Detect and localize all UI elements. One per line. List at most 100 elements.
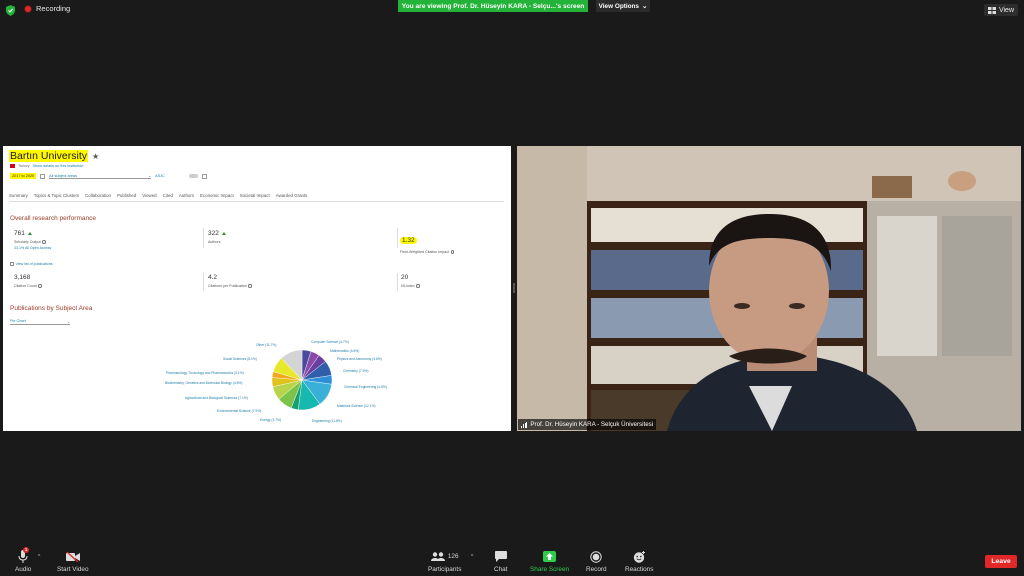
tab-summary[interactable]: Summary: [9, 193, 28, 198]
year-dropdown-icon[interactable]: [40, 173, 46, 179]
info-icon[interactable]: [38, 284, 42, 288]
participant-name: Prof. Dr. Hüseyin KARA - Selçuk Üniversi…: [530, 421, 654, 428]
chart-type-value: Pie Chart: [10, 319, 26, 323]
pie-label-engineering: Engineering (11.8%): [312, 419, 342, 423]
shared-screen[interactable]: Bartın University ★ Turkey Show details …: [3, 146, 511, 431]
metric-value: 761: [14, 230, 25, 237]
year-range-select[interactable]: 2017 to 2020: [10, 173, 37, 179]
metric-label: Scholarly Output: [14, 240, 41, 244]
video-feed: [517, 146, 1021, 431]
metric-label: Citation Count: [14, 284, 37, 288]
list-icon: [10, 262, 14, 266]
chevron-down-icon: ⌄: [147, 174, 152, 178]
participants-options-caret[interactable]: ^: [471, 554, 473, 560]
share-screen-label: Share Screen: [530, 566, 570, 573]
info-icon[interactable]: [248, 284, 252, 288]
shield-icon[interactable]: [6, 5, 15, 16]
pie-label-environmental: Environmental Science (7.9%): [217, 409, 262, 413]
pie-label-social-sciences: Social Sciences (8.1%): [223, 357, 257, 361]
share-screen-icon: [543, 551, 557, 562]
toggle-switch[interactable]: [188, 174, 198, 178]
section-title: Overall research performance: [10, 215, 96, 222]
metric-h-index[interactable]: 20 h5-index: [401, 274, 420, 288]
divider: [397, 228, 398, 248]
record-button[interactable]: Record: [586, 550, 607, 573]
pie-label-energy: Energy (3.7%): [260, 418, 282, 422]
institution-title: Bartın University ★: [9, 150, 99, 162]
reactions-label: Reactions: [625, 566, 654, 573]
chat-button[interactable]: Chat: [494, 550, 508, 573]
tab-economic-impact[interactable]: Economic Impact: [200, 193, 234, 198]
leave-button[interactable]: Leave: [985, 555, 1017, 568]
open-access-link[interactable]: 33.1% All Open Access: [14, 246, 51, 250]
info-icon[interactable]: [42, 240, 46, 244]
asjc-label: ASJC: [155, 174, 165, 178]
flag-icon: [10, 164, 15, 168]
view-options-button[interactable]: View Options ⌄: [596, 0, 650, 12]
info-icon[interactable]: [416, 284, 420, 288]
pie-label-chemistry: Chemistry (7.9%): [343, 369, 369, 373]
audio-options-caret[interactable]: ^: [38, 554, 40, 560]
pie-label-agricultural: Agricultural and Biological Sciences (7.…: [185, 396, 248, 400]
grid-icon[interactable]: [201, 173, 207, 179]
tab-awarded-grants[interactable]: Awarded Grants: [276, 193, 308, 198]
start-video-button[interactable]: Start Video: [57, 550, 89, 573]
filter-bar: 2017 to 2020 All subject areas ⌄ ASJC: [10, 173, 207, 179]
tab-cited[interactable]: Cited: [163, 193, 173, 198]
chat-label: Chat: [494, 566, 508, 573]
participant-video[interactable]: Prof. Dr. Hüseyin KARA - Selçuk Üniversi…: [517, 146, 1021, 431]
trend-up-icon: [221, 232, 226, 235]
star-icon[interactable]: ★: [92, 152, 99, 161]
info-icon[interactable]: [450, 250, 455, 254]
tab-collaboration[interactable]: Collaboration: [85, 193, 111, 198]
tab-published[interactable]: Published: [117, 193, 136, 198]
start-video-label: Start Video: [57, 566, 89, 573]
audio-button[interactable]: 1 Audio: [15, 547, 32, 573]
zoom-meeting-window: Recording You are viewing Prof. Dr. Hüse…: [0, 0, 1024, 576]
chart-type-select[interactable]: Pie Chart ⌄: [10, 319, 70, 325]
details-link[interactable]: Show details on this institution: [32, 164, 83, 168]
subject-pie-chart[interactable]: [271, 346, 333, 414]
participant-name-tag: Prof. Dr. Hüseyin KARA - Selçuk Üniversi…: [518, 419, 657, 430]
record-icon: [590, 550, 602, 563]
meeting-toolbar: 1 Audio ^ Start Video 126 Participants ^…: [0, 546, 1024, 576]
tab-topics-topic-clusters[interactable]: Topics & Topic Clusters: [34, 193, 79, 198]
view-button[interactable]: View: [983, 4, 1018, 16]
recording-indicator[interactable]: Recording: [24, 4, 70, 13]
tab-bar: Summary Topics & Topic Clusters Collaborat…: [9, 193, 504, 202]
metric-fwci[interactable]: 1.32 Field-Weighted Citation Impact: [400, 229, 455, 254]
divider: [203, 228, 204, 248]
tab-societal-impact[interactable]: Societal Impact: [240, 193, 270, 198]
resize-handle[interactable]: [513, 283, 515, 293]
participants-button[interactable]: 126 Participants: [428, 550, 461, 573]
chat-icon: [494, 551, 507, 562]
view-list-label: View list of publications: [15, 262, 53, 266]
tab-viewed[interactable]: Viewed: [142, 193, 156, 198]
metric-scholarly-output[interactable]: 761 Scholarly Output 33.1% All Open Acce…: [14, 230, 51, 250]
view-label: View: [998, 6, 1014, 14]
metric-value: 4.2: [208, 274, 218, 281]
share-screen-button[interactable]: Share Screen: [530, 550, 569, 573]
audio-label: Audio: [15, 566, 32, 573]
metric-value: 1.32: [402, 237, 415, 244]
pie-label-physics: Physics and Astronomy (4.6%): [337, 357, 382, 361]
chevron-down-icon: ⌄: [66, 320, 70, 324]
record-dot-icon: [24, 4, 32, 13]
audio-badge: 1: [23, 547, 30, 553]
reactions-button[interactable]: Reactions: [625, 550, 653, 573]
metric-citation-count[interactable]: 3,168 Citation Count: [14, 274, 42, 288]
divider: [203, 273, 204, 291]
signal-bars-icon: [521, 421, 528, 428]
view-options-label: View Options: [598, 2, 639, 10]
tab-authors[interactable]: Authors: [179, 193, 194, 198]
metric-authors[interactable]: 322 Authors: [208, 230, 226, 244]
subject-area-select[interactable]: All subject areas ⌄: [49, 173, 152, 179]
video-off-icon: [65, 551, 80, 562]
metric-citations-per-publication[interactable]: 4.2 Citations per Publication: [208, 274, 252, 288]
pie-label-other: Other (11.7%): [256, 343, 277, 347]
participants-label: Participants: [428, 566, 462, 573]
view-list-publications[interactable]: View list of publications: [10, 262, 53, 266]
metric-value: 322: [208, 230, 219, 237]
pie-label-biochemistry: Biochemistry, Genetics and Molecular Bio…: [165, 381, 243, 385]
metric-value: 3,168: [14, 274, 31, 281]
